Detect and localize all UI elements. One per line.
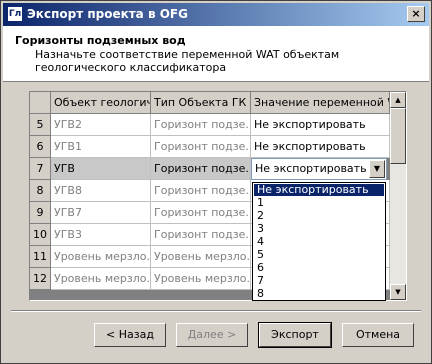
type-cell[interactable]: Уровень мерзло... — [151, 246, 251, 268]
dropdown-option[interactable]: 2 — [254, 210, 384, 222]
scroll-up-icon[interactable]: ▲ — [390, 92, 406, 108]
type-cell[interactable]: Уровень мерзло... — [151, 268, 251, 290]
object-cell[interactable]: УГВ3 — [51, 224, 151, 246]
column-header-object[interactable]: Объект геологиче — [51, 92, 151, 114]
object-cell[interactable]: Уровень мерзло... — [51, 268, 151, 290]
type-cell[interactable]: Горизонт подзе... — [151, 202, 251, 224]
dropdown-option[interactable]: 6 — [254, 262, 384, 274]
back-button[interactable]: < Назад — [94, 323, 166, 347]
scroll-down-icon[interactable]: ▼ — [390, 284, 406, 300]
object-cell[interactable]: УГВ8 — [51, 180, 151, 202]
export-dialog: Гл Экспорт проекта в OFG × Горизонты под… — [0, 0, 432, 364]
scroll-thumb[interactable] — [390, 108, 406, 164]
page-description: Назначьте соответствие переменной WAT об… — [35, 48, 340, 74]
type-cell[interactable]: Горизонт подзе... — [151, 114, 251, 136]
object-cell[interactable]: УГВ1 — [51, 136, 151, 158]
value-dropdown-list[interactable]: Не экспортировать 1 2 3 4 5 6 7 8 — [252, 182, 386, 301]
value-combobox[interactable]: Не экспортировать ▼ — [251, 158, 387, 180]
type-cell[interactable]: Горизонт подзе... — [151, 136, 251, 158]
app-icon: Гл — [8, 7, 22, 21]
column-header-value[interactable]: Значение переменной WA — [251, 92, 390, 114]
value-cell[interactable]: Не экспортировать — [251, 114, 390, 136]
object-cell[interactable]: УГВ7 — [51, 202, 151, 224]
dropdown-option[interactable]: 7 — [254, 275, 384, 287]
dropdown-option[interactable]: 1 — [254, 197, 384, 209]
object-cell[interactable]: Уровень мерзло... — [51, 246, 151, 268]
row-number[interactable]: 11 — [30, 246, 51, 268]
dropdown-option[interactable]: 5 — [254, 249, 384, 261]
header-panel: Горизонты подземных вод Назначьте соотве… — [3, 26, 429, 82]
dropdown-option[interactable]: 4 — [254, 236, 384, 248]
row-number[interactable]: 12 — [30, 268, 51, 290]
row-number[interactable]: 9 — [30, 202, 51, 224]
type-cell[interactable]: Горизонт подзе... — [151, 224, 251, 246]
window-title: Экспорт проекта в OFG — [27, 7, 188, 21]
value-cell[interactable]: Не экспортировать — [251, 136, 390, 158]
object-cell-selected[interactable]: УГВ — [51, 158, 151, 180]
row-number[interactable]: 7 — [30, 158, 51, 180]
title-bar[interactable]: Гл Экспорт проекта в OFG × — [3, 3, 429, 26]
footer-separator — [11, 310, 421, 312]
export-button[interactable]: Экспорт — [258, 322, 332, 348]
row-number[interactable]: 10 — [30, 224, 51, 246]
column-header-type[interactable]: Тип Объекта ГК — [151, 92, 251, 114]
next-button[interactable]: Далее > — [176, 323, 248, 347]
dropdown-option[interactable]: 3 — [254, 223, 384, 235]
type-cell-selected[interactable]: Горизонт подзе... — [151, 158, 251, 180]
page-title: Горизонты подземных вод — [15, 34, 186, 47]
dropdown-option[interactable]: 8 — [254, 288, 384, 300]
object-cell[interactable]: УГВ2 — [51, 114, 151, 136]
cancel-button[interactable]: Отмена — [342, 323, 414, 347]
row-number[interactable]: 8 — [30, 180, 51, 202]
type-cell[interactable]: Горизонт подзе... — [151, 180, 251, 202]
close-button[interactable]: × — [407, 6, 425, 22]
dropdown-option[interactable]: Не экспортировать — [254, 184, 384, 196]
dropdown-arrow-icon[interactable]: ▼ — [369, 160, 385, 178]
row-number[interactable]: 6 — [30, 136, 51, 158]
corner-header — [30, 92, 51, 114]
row-number[interactable]: 5 — [30, 114, 51, 136]
vertical-scrollbar[interactable]: ▲ ▼ — [390, 92, 406, 300]
combobox-value: Не экспортировать — [255, 162, 367, 175]
